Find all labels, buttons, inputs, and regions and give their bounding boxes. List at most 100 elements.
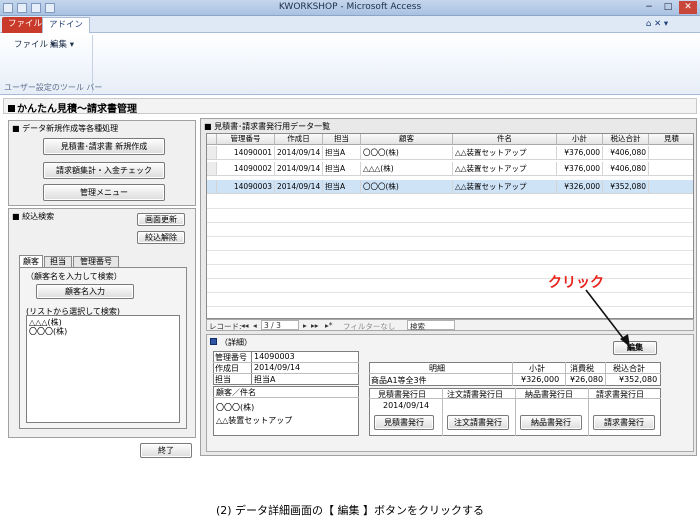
new-record-button[interactable]: ▸* xyxy=(325,321,333,330)
cell-estimate[interactable] xyxy=(649,162,693,176)
col-header-staff[interactable]: 担当 xyxy=(323,134,361,145)
col-header-subject[interactable]: 件名 xyxy=(453,134,557,145)
caption: (2) データ詳細画面の【 編集 】ボタンをクリックする xyxy=(215,504,485,517)
issue-date-estimate: 2014/09/14 xyxy=(383,401,430,410)
cell-number[interactable]: 14090002 xyxy=(217,162,275,176)
customer-input-button[interactable]: 顧客名入力 xyxy=(36,284,134,299)
cell-staff[interactable]: 担当A xyxy=(323,162,361,176)
filter-status[interactable]: フィルターなし xyxy=(343,321,395,332)
row-selector[interactable] xyxy=(207,180,217,194)
cell-date[interactable]: 2014/09/14 xyxy=(275,146,323,160)
issue-header-invoice: 請求書発行日 xyxy=(596,390,644,399)
detail-title: （詳細） xyxy=(220,338,252,347)
cell-staff[interactable]: 担当A xyxy=(323,146,361,160)
cell-estimate[interactable] xyxy=(649,180,693,194)
issue-delivery-button[interactable]: 納品書発行 xyxy=(520,415,582,430)
record-position[interactable]: 3 / 3 xyxy=(261,320,299,330)
maximize-button[interactable]: □ xyxy=(659,1,677,14)
ribbon-help-controls[interactable]: ⌂ ✕ ▾ xyxy=(640,17,674,33)
divider xyxy=(515,388,516,436)
annotation-arrow-icon xyxy=(585,289,630,347)
line-item-summary: 商品A1等全3件 xyxy=(371,376,427,385)
billing-summary-button[interactable]: 請求額集計・入金チェック xyxy=(43,162,165,179)
customer-list[interactable]: △△△(株) 〇〇〇(株) xyxy=(26,315,180,423)
cell-number[interactable]: 14090001 xyxy=(217,146,275,160)
tab-addin[interactable]: アドイン xyxy=(42,17,91,33)
next-record-button[interactable]: ▸ xyxy=(303,321,307,330)
close-button[interactable]: ✕ xyxy=(679,1,697,14)
search-tab-number[interactable]: 管理番号 xyxy=(73,256,119,267)
cell-estimate[interactable] xyxy=(649,146,693,160)
value-date: 2014/09/14 xyxy=(254,363,301,372)
divider xyxy=(251,351,252,385)
search-tab-staff[interactable]: 担当 xyxy=(44,256,72,267)
total-header: 税込合計 xyxy=(613,364,645,373)
ribbon-tab-bar: ファイル アドイン ⌂ ✕ ▾ xyxy=(0,16,700,33)
clear-filter-button[interactable]: 絞込解除 xyxy=(137,231,185,244)
menu-file[interactable]: ファイル ▾ xyxy=(14,38,55,50)
cell-subtotal[interactable]: ¥326,000 xyxy=(557,180,603,194)
tax-header: 消費税 xyxy=(570,364,594,373)
cell-total[interactable]: ¥406,080 xyxy=(603,162,649,176)
col-header-subtotal[interactable]: 小計 xyxy=(557,134,603,145)
new-document-button[interactable]: 見積書･請求書 新規作成 xyxy=(43,138,165,155)
record-label: レコード: xyxy=(209,322,242,331)
divider xyxy=(213,397,359,398)
cell-date[interactable]: 2014/09/14 xyxy=(275,162,323,176)
cell-customer[interactable]: 〇〇〇(株) xyxy=(361,146,453,160)
admin-menu-button[interactable]: 管理メニュー xyxy=(43,184,165,201)
search-tab-content: （顧客名を入力して検索） 顧客名入力 (リストから選択して検索) △△△(株) … xyxy=(19,267,187,429)
grid-corner xyxy=(207,134,217,145)
issue-estimate-button[interactable]: 見積書発行 xyxy=(374,415,434,430)
detail-customer: 〇〇〇(株) xyxy=(216,403,255,412)
col-header-date[interactable]: 作成日 xyxy=(275,134,323,145)
cell-date[interactable]: 2014/09/14 xyxy=(275,180,323,194)
cell-subject[interactable]: △△装置セットアップ xyxy=(453,146,557,160)
col-header-estimate[interactable]: 見積 xyxy=(649,134,693,145)
search-box[interactable]: 検索 xyxy=(407,320,455,331)
issue-invoice-button[interactable]: 請求書発行 xyxy=(593,415,655,430)
cell-staff[interactable]: 担当A xyxy=(323,180,361,194)
col-header-customer[interactable]: 顧客 xyxy=(361,134,453,145)
minimize-button[interactable]: − xyxy=(640,1,658,14)
cell-subject[interactable]: △△装置セットアップ xyxy=(453,162,557,176)
ribbon-body: ファイル ▾ 編集 ▾ ユーザー設定のツール バー xyxy=(0,33,700,95)
cell-total[interactable]: ¥352,080 xyxy=(603,180,649,194)
detail-icon xyxy=(210,338,217,345)
divider xyxy=(442,388,443,436)
filter-panel-title: ■ 絞込検索 xyxy=(12,212,55,221)
divider xyxy=(588,388,589,436)
detail-section: （詳細） 管理番号 作成日 担当 14090003 2014/09/14 担当A… xyxy=(206,334,694,452)
row-selector[interactable] xyxy=(207,146,217,160)
cell-customer[interactable]: △△△(株) xyxy=(361,162,453,176)
cell-customer[interactable]: 〇〇〇(株) xyxy=(361,180,453,194)
summary-total: ¥352,080 xyxy=(619,375,658,384)
form-title-bar: かんたん見積～請求書管理 xyxy=(3,98,697,115)
title-bar: KWORKSHOP - Microsoft Access − □ ✕ xyxy=(0,0,700,16)
list-item[interactable]: 〇〇〇(株) xyxy=(29,326,67,337)
form-icon xyxy=(8,105,15,112)
refresh-button[interactable]: 画面更新 xyxy=(137,213,185,226)
exit-button[interactable]: 終了 xyxy=(140,443,192,458)
issue-order-button[interactable]: 注文請書発行 xyxy=(447,415,509,430)
divider xyxy=(605,362,606,386)
cell-number[interactable]: 14090003 xyxy=(217,180,275,194)
col-header-number[interactable]: 管理番号 xyxy=(217,134,275,145)
divider xyxy=(512,362,513,386)
cell-subtotal[interactable]: ¥376,000 xyxy=(557,162,603,176)
first-record-button[interactable]: ◂◂ xyxy=(241,321,249,330)
menu-edit[interactable]: 編集 ▾ xyxy=(50,38,74,50)
create-panel-title: ■ データ新規作成等各種処理 xyxy=(12,124,119,133)
row-selector[interactable] xyxy=(207,162,217,176)
issue-header-order: 注文請書発行日 xyxy=(447,390,503,399)
divider xyxy=(565,362,566,386)
issue-header-delivery: 納品書発行日 xyxy=(525,390,573,399)
prev-record-button[interactable]: ◂ xyxy=(253,321,257,330)
cell-total[interactable]: ¥406,080 xyxy=(603,146,649,160)
col-header-total[interactable]: 税込合計 xyxy=(603,134,649,145)
cell-subtotal[interactable]: ¥376,000 xyxy=(557,146,603,160)
ribbon-group-label: ユーザー設定のツール バー xyxy=(4,83,103,92)
last-record-button[interactable]: ▸▸ xyxy=(311,321,319,330)
search-tab-customer[interactable]: 顧客 xyxy=(19,255,43,267)
cell-subject[interactable]: △△装置セットアップ xyxy=(453,180,557,194)
